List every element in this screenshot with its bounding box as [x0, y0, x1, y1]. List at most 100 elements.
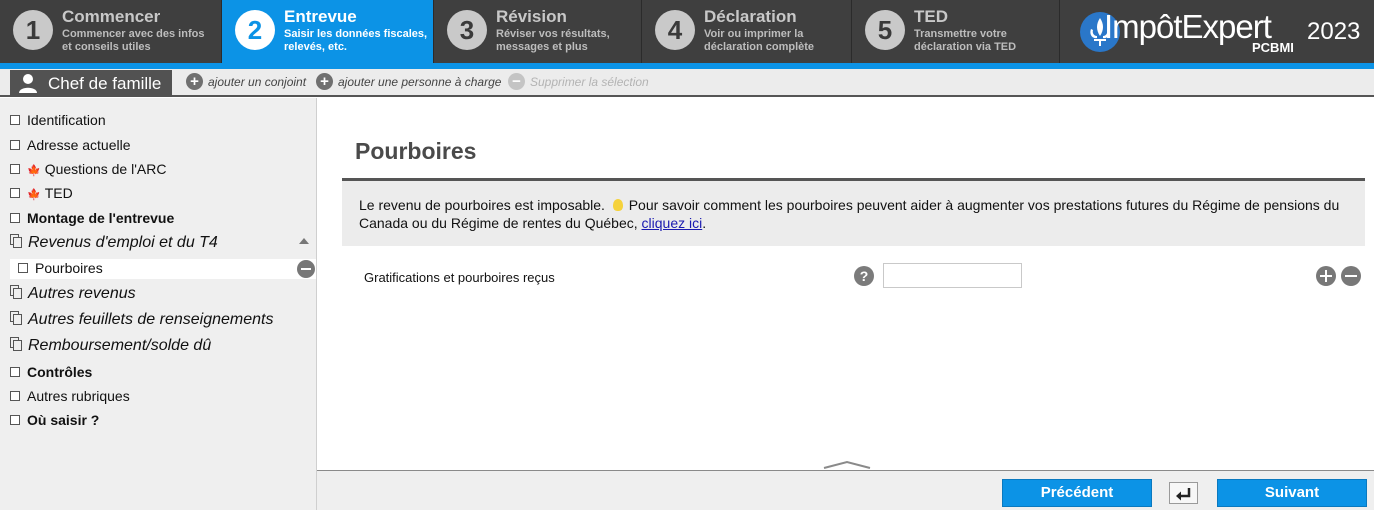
- person-tab-chef-de-famille[interactable]: Chef de famille: [10, 70, 172, 97]
- sidebar-section-label: Revenus d'emploi et du T4: [28, 234, 218, 251]
- sidebar-section-label: Remboursement/solde dû: [28, 337, 212, 354]
- pages-icon: [10, 337, 22, 352]
- brand-name: ImpôtExpert: [1104, 8, 1272, 45]
- add-spouse-label: ajouter un conjoint: [208, 75, 307, 89]
- add-spouse-button[interactable]: + ajouter un conjoint: [186, 73, 307, 91]
- checkbox-icon: [10, 367, 20, 378]
- pourboires-amount-input[interactable]: [883, 263, 1022, 288]
- step-number: 1: [13, 10, 53, 50]
- pages-icon: [10, 285, 22, 300]
- impotexpert-logo: ImpôtExpert PCBMI 2023: [1060, 0, 1374, 63]
- step-revision[interactable]: 3 Révision Réviser vos résultats, messag…: [434, 0, 642, 63]
- checkbox-icon: [10, 188, 20, 199]
- sidebar-item-label: Contrôles: [27, 364, 93, 380]
- back-button[interactable]: [1169, 482, 1198, 504]
- chevron-up-icon[interactable]: [823, 460, 871, 470]
- info-box: Le revenu de pourboires est imposable. P…: [342, 178, 1365, 246]
- sidebar-item-ted[interactable]: 🍁 TED: [10, 185, 73, 201]
- checkbox-icon: [10, 164, 20, 175]
- footer-bar: Précédent Suivant: [317, 470, 1374, 510]
- delete-selection-button[interactable]: − Supprimer la sélection: [508, 73, 649, 91]
- sidebar-item-ou-saisir[interactable]: Où saisir ?: [10, 412, 99, 428]
- sidebar-item-identification[interactable]: Identification: [10, 112, 106, 128]
- person-bar: Chef de famille + ajouter un conjoint + aj…: [0, 69, 1374, 97]
- step-number: 5: [865, 10, 905, 50]
- interview-sidebar: Identification Adresse actuelle 🍁 Questio…: [0, 98, 317, 510]
- step-title: Entrevue: [284, 7, 357, 26]
- lightbulb-icon: [612, 198, 623, 211]
- step-number: 4: [655, 10, 695, 50]
- step-title: Commencer: [62, 7, 161, 26]
- add-dependent-label: ajouter une personne à charge: [338, 75, 502, 89]
- checkbox-icon: [18, 263, 28, 274]
- user-icon: [19, 74, 37, 93]
- plus-circle-icon: +: [186, 73, 203, 91]
- step-subtitle: Réviser vos résultats, messages et plus: [496, 28, 610, 53]
- plus-circle-icon: +: [316, 73, 333, 91]
- step-commencer[interactable]: 1 Commencer Commencer avec des infos et …: [0, 0, 222, 63]
- minus-circle-icon: −: [508, 73, 525, 91]
- step-subtitle: Saisir les données fiscales, relevés, et…: [284, 28, 428, 53]
- pages-icon: [10, 234, 22, 249]
- person-tab-label: Chef de famille: [48, 74, 162, 93]
- step-title: TED: [914, 7, 948, 26]
- sidebar-item-label: Identification: [27, 112, 106, 128]
- sidebar-item-label: Autres rubriques: [27, 388, 130, 404]
- sidebar-item-label: Montage de l'entrevue: [27, 210, 175, 226]
- pages-icon: [10, 311, 22, 326]
- brand-year: 2023: [1307, 18, 1361, 45]
- sidebar-item-label: Pourboires: [35, 260, 103, 276]
- info-text: Le revenu de pourboires est imposable.: [359, 197, 605, 213]
- return-arrow-icon: [1176, 488, 1191, 501]
- sidebar-section-label: Autres revenus: [28, 285, 136, 302]
- sidebar-item-autres-rubriques[interactable]: Autres rubriques: [10, 388, 130, 404]
- question-circle-icon[interactable]: ?: [854, 266, 874, 286]
- sidebar-item-label: Où saisir ?: [27, 412, 100, 428]
- step-declaration[interactable]: 4 Déclaration Voir ou imprimer la déclar…: [642, 0, 852, 63]
- step-title: Déclaration: [704, 7, 797, 26]
- checkbox-icon: [10, 140, 20, 151]
- step-title: Révision: [496, 7, 567, 26]
- sidebar-section-remboursement[interactable]: Remboursement/solde dû: [10, 337, 211, 355]
- checkbox-icon: [10, 391, 20, 402]
- maple-leaf-icon: 🍁: [27, 189, 41, 201]
- step-subtitle: Voir ou imprimer la déclaration complète: [704, 28, 815, 53]
- sidebar-item-label: TED: [44, 185, 73, 201]
- info-link[interactable]: cliquez ici: [642, 215, 703, 231]
- sidebar-item-label: Adresse actuelle: [27, 137, 131, 153]
- main-content: Pourboires Le revenu de pourboires est i…: [318, 98, 1374, 470]
- checkbox-icon: [10, 415, 20, 426]
- remove-item-icon[interactable]: [297, 260, 315, 278]
- next-button[interactable]: Suivant: [1217, 479, 1367, 507]
- checkbox-icon: [10, 115, 20, 126]
- brand-sub: PCBMI: [1252, 40, 1294, 55]
- sidebar-section-autres-revenus[interactable]: Autres revenus: [10, 285, 136, 303]
- maple-leaf-icon: 🍁: [27, 165, 41, 177]
- sidebar-item-pourboires[interactable]: Pourboires: [18, 260, 103, 276]
- step-number: 3: [447, 10, 487, 50]
- step-entrevue[interactable]: 2 Entrevue Saisir les données fiscales, …: [222, 0, 434, 63]
- sidebar-item-montage[interactable]: Montage de l'entrevue: [10, 210, 174, 226]
- sidebar-section-revenus-emploi[interactable]: Revenus d'emploi et du T4: [10, 234, 218, 252]
- minus-circle-icon[interactable]: [1341, 266, 1361, 286]
- step-number: 2: [235, 10, 275, 50]
- previous-button[interactable]: Précédent: [1002, 479, 1152, 507]
- step-subtitle: Commencer avec des infos et conseils uti…: [62, 28, 205, 53]
- sidebar-item-adresse[interactable]: Adresse actuelle: [10, 137, 131, 153]
- collapse-arrow-icon[interactable]: [299, 238, 309, 244]
- field-label-pourboires: Gratifications et pourboires reçus: [364, 270, 555, 285]
- sidebar-section-label: Autres feuillets de renseignements: [28, 311, 274, 328]
- delete-selection-label: Supprimer la sélection: [530, 75, 649, 89]
- checkbox-icon: [10, 213, 20, 224]
- sidebar-item-label: Questions de l'ARC: [44, 161, 167, 177]
- sidebar-item-questions-arc[interactable]: 🍁 Questions de l'ARC: [10, 161, 166, 177]
- add-dependent-button[interactable]: + ajouter une personne à charge: [316, 73, 502, 91]
- page-title: Pourboires: [355, 138, 477, 164]
- step-ted[interactable]: 5 TED Transmettre votre déclaration via …: [852, 0, 1060, 63]
- info-end: .: [702, 215, 707, 231]
- step-navigation-bar: 1 Commencer Commencer avec des infos et …: [0, 0, 1374, 63]
- plus-circle-icon[interactable]: [1316, 266, 1336, 286]
- sidebar-item-controles[interactable]: Contrôles: [10, 364, 92, 380]
- sidebar-section-autres-feuillets[interactable]: Autres feuillets de renseignements: [10, 311, 273, 329]
- step-subtitle: Transmettre votre déclaration via TED: [914, 28, 1017, 53]
